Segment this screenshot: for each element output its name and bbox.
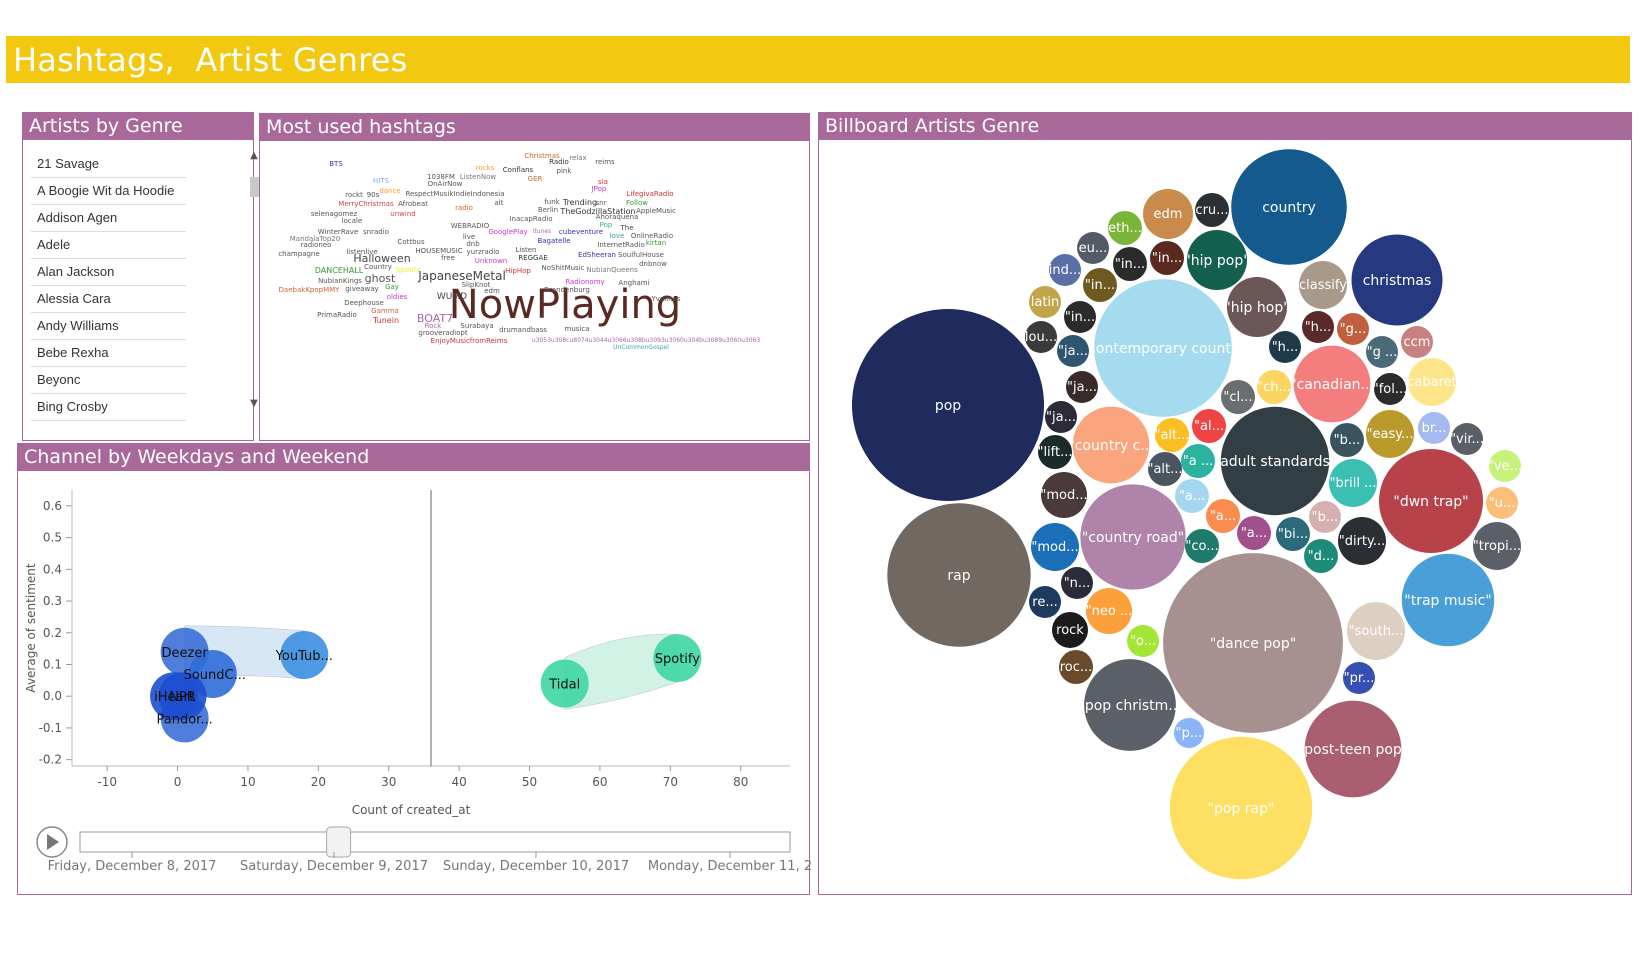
genre-bubble-small-label: "in... [1065,310,1095,325]
genre-bubble-small-label: "vir... [1450,432,1484,447]
genre-bubble-small-label: "b... [1312,510,1339,525]
genre-bubble-small-label: "al... [1194,419,1224,434]
genre-bubble-small-label: "south... [1349,624,1404,639]
genre-bubble-small-label: "ve... [1488,459,1522,474]
genre-bubble-small-label: "u... [1489,496,1516,511]
genre-bubble-small-label: cabaret [1407,375,1457,390]
genre-bubble-label: "pop rap" [1208,801,1275,817]
genre-bubble-small-label: "n... [1064,576,1091,591]
genre-bubble-label: "trap music" [1404,593,1491,609]
genre-bubble-label: "adult standards" [1214,454,1336,470]
genre-bubble-label: "canadian... [1290,377,1374,393]
genre-bubble-small-label: "ch... [1257,380,1291,395]
genre-bubble-small-label: ccm [1404,335,1431,350]
genre-bubble-small-label: "brill ... [1330,476,1377,491]
genre-bubble-small-label: "d... [1308,549,1335,564]
genre-bubble-small-label: "alt... [1147,462,1182,477]
genre-bubble-small-label: re... [1032,595,1057,610]
genre-bubble-label: "dance pop" [1210,636,1296,652]
genre-bubble-small-label: "ja... [1058,344,1088,359]
genre-bubble-small-label: "mod... [1031,540,1078,555]
genre-bubble-label: "hip pop" [1184,253,1249,269]
genre-bubble-label: country [1262,200,1316,216]
genre-bubble-small-label: lou... [1025,330,1057,345]
genre-bubble-small-label: "pr... [1344,671,1375,686]
genre-bubble-small-label: "bi... [1278,527,1308,542]
genre-bubble-small-label: "mod... [1040,488,1087,503]
genre-bubble-small-label: br... [1422,421,1447,436]
genre-bubble-small-label: "neo ... [1086,604,1133,619]
genre-bubble-small-label: "fol... [1373,382,1408,397]
genre-bubble-small-label: rock [1056,623,1084,638]
genre-bubble-small-label: "alt... [1154,428,1189,443]
genre-bubble-small-label: cru... [1195,203,1228,218]
genre-bubble-label: "dwn trap" [1393,494,1468,510]
genre-bubble-small-label: "in... [1085,278,1115,293]
genre-bubble-small-label: "h... [1305,320,1332,335]
genre-bubble-small-label: "cl... [1223,390,1252,405]
genre-bubble-label: pop [935,398,961,414]
genre-bubble-small-label: ind... [1049,263,1082,278]
genre-bubble-label: "pop christm... [1078,698,1181,714]
genre-bubble-small-label: "tropi... [1473,539,1521,554]
genre-bubble-small-label: latin [1031,295,1060,310]
genre-bubble-small-label: eth... [1108,221,1142,236]
genre-bubble-small-label: "co... [1185,539,1218,554]
genre-bubble-small-label: "in... [1152,251,1182,266]
genre-bubble-small-label: "a... [1210,509,1236,524]
genre-bubble-small-label: "dirty... [1339,534,1386,549]
genre-bubble-small-label: "h... [1272,340,1299,355]
genre-bubble-label: "post-teen pop" [1298,742,1409,758]
genre-bubble-small-label: "p... [1176,726,1203,741]
genre-bubble-small-label: "in... [1115,257,1145,272]
genre-bubble-small-label: "o... [1130,634,1156,649]
genre-bubble-small-label: "a... [1179,489,1205,504]
genre-bubble-label: christmas [1363,273,1432,289]
genre-bubble-small-label: classify [1299,278,1347,293]
genre-bubble-small-label: "g... [1340,322,1367,337]
genre-bubble-small-label: "ja... [1046,410,1076,425]
genre-bubble-label: rap [947,568,970,584]
genre-bubble-small-label: eu... [1079,241,1108,256]
genre-bubble-small-label: "a ... [1183,454,1213,469]
genre-bubble-label: "country road" [1082,530,1184,546]
genre-bubble-small-label: roc... [1060,660,1093,675]
genre-bubble-small-label: "g ... [1367,345,1398,360]
genre-bubble-small-label: "ja... [1067,380,1097,395]
genre-bubble-label: "hip hop" [1224,300,1289,316]
genre-bubble-small-label: "a... [1241,526,1267,541]
genre-bubble-chart: country christmas pop rap "contemporary coun… [852,149,1522,880]
genre-bubble-label: "contemporary count... [1082,341,1244,357]
genre-bubble-small-label: edm [1154,207,1183,222]
genre-bubble-small-label: "easy... [1367,427,1414,442]
genre-bubble-label: "country c... [1068,438,1153,454]
genre-bubble-small-label: "b... [1334,433,1361,448]
genre-bubble-small-label: "lift... [1037,445,1072,460]
